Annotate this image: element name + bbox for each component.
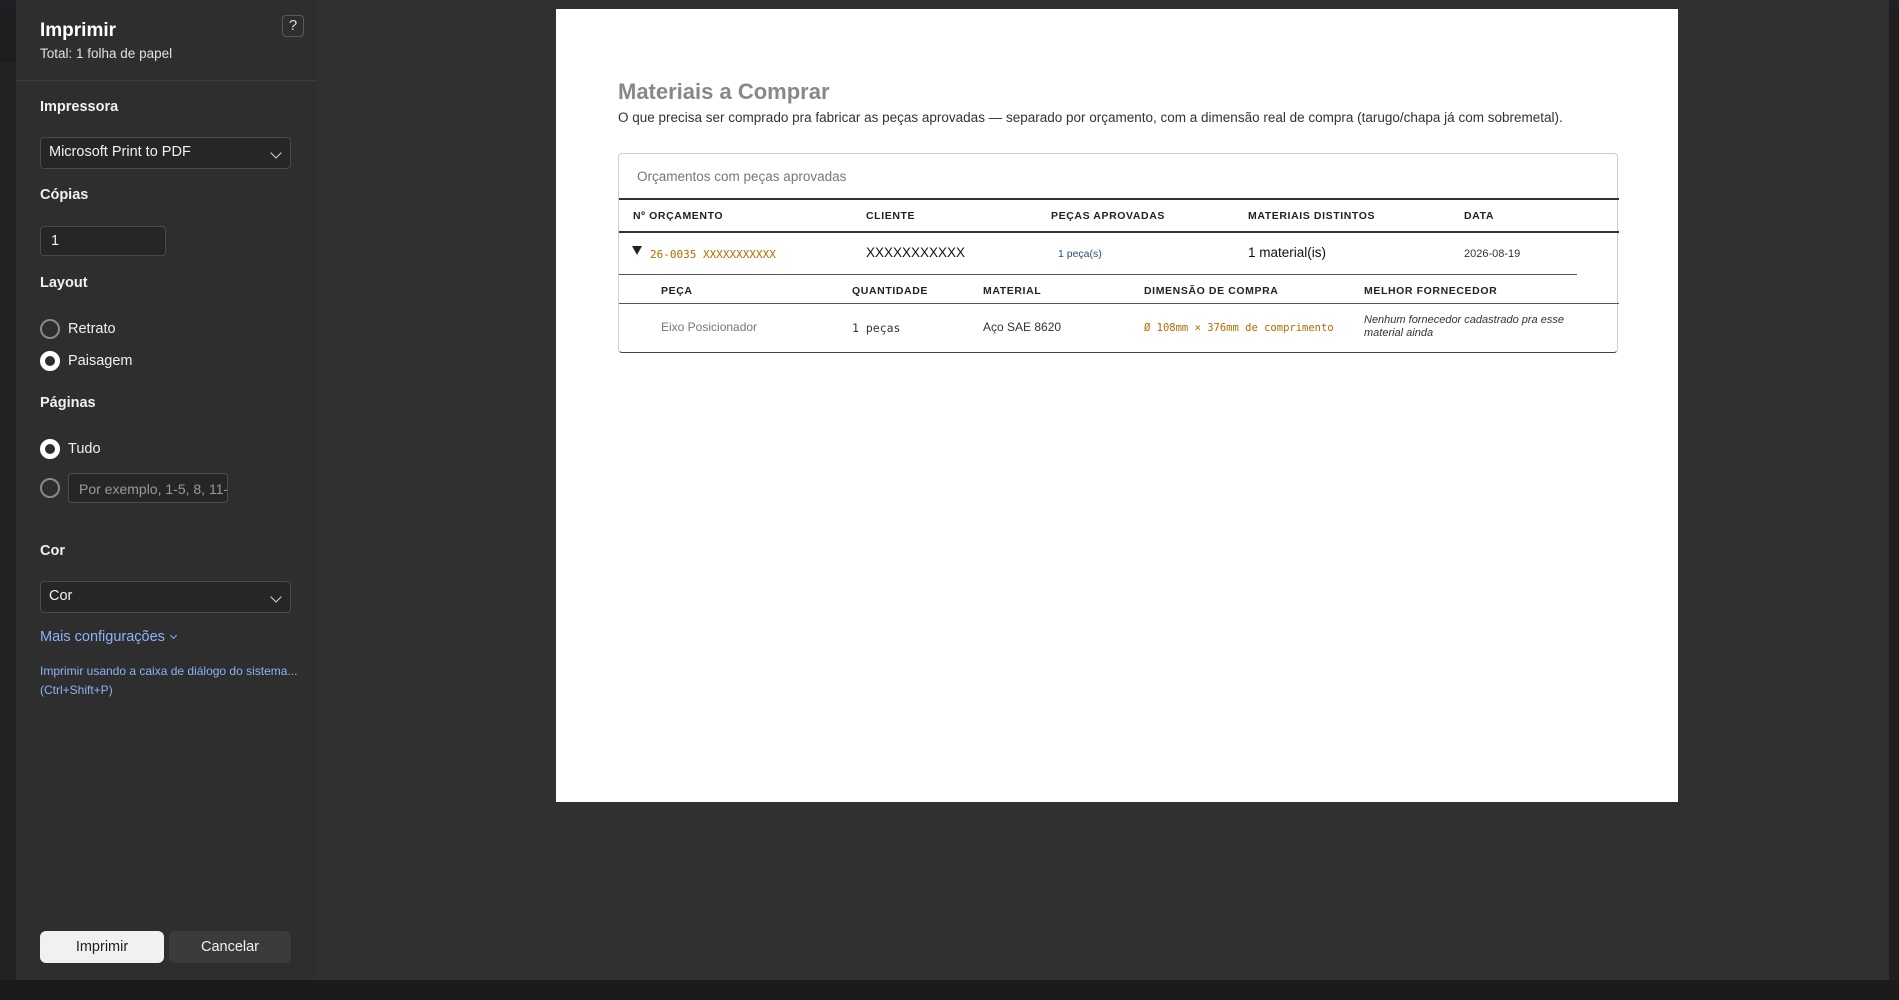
color-select[interactable]: Cor bbox=[40, 581, 291, 613]
more-settings-label: Mais configurações bbox=[40, 629, 165, 645]
column-header: CLIENTE bbox=[866, 210, 916, 222]
fornecedor-cell: Nenhum fornecedor cadastrado pra esse ma… bbox=[1364, 314, 1564, 339]
dimensao-cell: Ø 108mm × 376mm de comprimento bbox=[1144, 322, 1334, 334]
sub-column-header: DIMENSÃO DE COMPRA bbox=[1144, 285, 1279, 297]
card-title: Orçamentos com peças aprovadas bbox=[637, 169, 847, 184]
pages-option-all[interactable]: Tudo bbox=[40, 438, 101, 460]
document-title: Materiais a Comprar bbox=[618, 79, 830, 104]
printer-label: Impressora bbox=[40, 99, 119, 115]
left-shade bbox=[0, 62, 16, 980]
printer-value: Microsoft Print to PDF bbox=[49, 144, 191, 160]
color-value: Cor bbox=[49, 588, 73, 604]
chevron-down-icon bbox=[270, 147, 282, 159]
column-header: PEÇAS APROVADAS bbox=[1051, 210, 1166, 222]
dialog-header: Imprimir Total: 1 folha de papel ? bbox=[16, 0, 316, 81]
column-header: MATERIAIS DISTINTOS bbox=[1248, 210, 1376, 222]
radio-paisagem[interactable] bbox=[40, 351, 60, 371]
material-cell: Aço SAE 8620 bbox=[983, 320, 1062, 334]
data-cell: 2026-08-19 bbox=[1464, 248, 1521, 260]
orcamento-number: 26-0035 XXXXXXXXXXX bbox=[650, 248, 776, 261]
column-header: Nº ORÇAMENTO bbox=[633, 210, 724, 222]
layout-option-label: Retrato bbox=[68, 321, 116, 337]
table-divider bbox=[619, 303, 1619, 304]
bottom-shade bbox=[0, 980, 1899, 1000]
table-divider bbox=[619, 198, 1619, 200]
print-button[interactable]: Imprimir bbox=[40, 931, 164, 963]
help-icon[interactable]: ? bbox=[282, 15, 304, 37]
table-divider bbox=[619, 231, 1619, 233]
radio-pages-all[interactable] bbox=[40, 439, 60, 459]
row-divider bbox=[619, 274, 1577, 275]
print-settings-panel: Imprimir Total: 1 folha de papel ? Impre… bbox=[16, 0, 316, 980]
document-description: O que precisa ser comprado pra fabricar … bbox=[618, 110, 1563, 125]
pages-all-label: Tudo bbox=[68, 441, 101, 457]
pages-range-input[interactable]: Por exemplo, 1-5, 8, 11-13 bbox=[68, 473, 228, 503]
layout-option-retrato[interactable]: Retrato bbox=[40, 318, 116, 340]
layout-label: Layout bbox=[40, 275, 88, 291]
print-dialog: Imprimir Total: 1 folha de papel ? Impre… bbox=[16, 0, 1889, 980]
orcamentos-card: Orçamentos com peças aprovadas Nº ORÇAME… bbox=[618, 153, 1619, 353]
cancel-button[interactable]: Cancelar bbox=[169, 931, 291, 963]
sub-column-header: MATERIAL bbox=[983, 285, 1042, 297]
copies-input[interactable]: 1 bbox=[40, 226, 166, 256]
sub-column-header: MELHOR FORNECEDOR bbox=[1364, 285, 1498, 297]
pages-label: Páginas bbox=[40, 395, 96, 411]
column-header: DATA bbox=[1464, 210, 1495, 222]
cliente-cell: XXXXXXXXXXX bbox=[866, 245, 966, 260]
system-dialog-link[interactable]: Imprimir usando a caixa de diálogo do si… bbox=[40, 662, 305, 700]
expand-triangle-icon[interactable] bbox=[632, 246, 642, 255]
radio-pages-custom[interactable] bbox=[40, 478, 60, 498]
dialog-title: Imprimir bbox=[40, 20, 117, 41]
copies-label: Cópias bbox=[40, 187, 89, 203]
chevron-down-icon bbox=[270, 591, 282, 603]
sheet-total: Total: 1 folha de papel bbox=[40, 46, 173, 61]
more-settings-link[interactable]: Mais configurações bbox=[40, 629, 177, 645]
preview-page: Materiais a Comprar O que precisa ser co… bbox=[556, 9, 1678, 802]
pages-option-custom[interactable] bbox=[40, 477, 60, 499]
materiais-cell: 1 material(is) bbox=[1248, 245, 1327, 260]
print-preview-area: Materiais a Comprar O que precisa ser co… bbox=[316, 0, 1889, 980]
sub-column-header: QUANTIDADE bbox=[852, 285, 928, 297]
chevron-down-icon bbox=[169, 631, 177, 640]
peca-cell: Eixo Posicionador bbox=[661, 320, 758, 334]
layout-option-label: Paisagem bbox=[68, 353, 133, 369]
color-label: Cor bbox=[40, 543, 65, 559]
layout-option-paisagem[interactable]: Paisagem bbox=[40, 350, 132, 372]
printer-select[interactable]: Microsoft Print to PDF bbox=[40, 137, 291, 169]
pecas-cell: 1 peça(s) bbox=[1058, 248, 1102, 260]
radio-retrato[interactable] bbox=[40, 319, 60, 339]
quantidade-cell: 1 peças bbox=[852, 321, 901, 335]
sub-column-header: PEÇA bbox=[661, 285, 693, 297]
